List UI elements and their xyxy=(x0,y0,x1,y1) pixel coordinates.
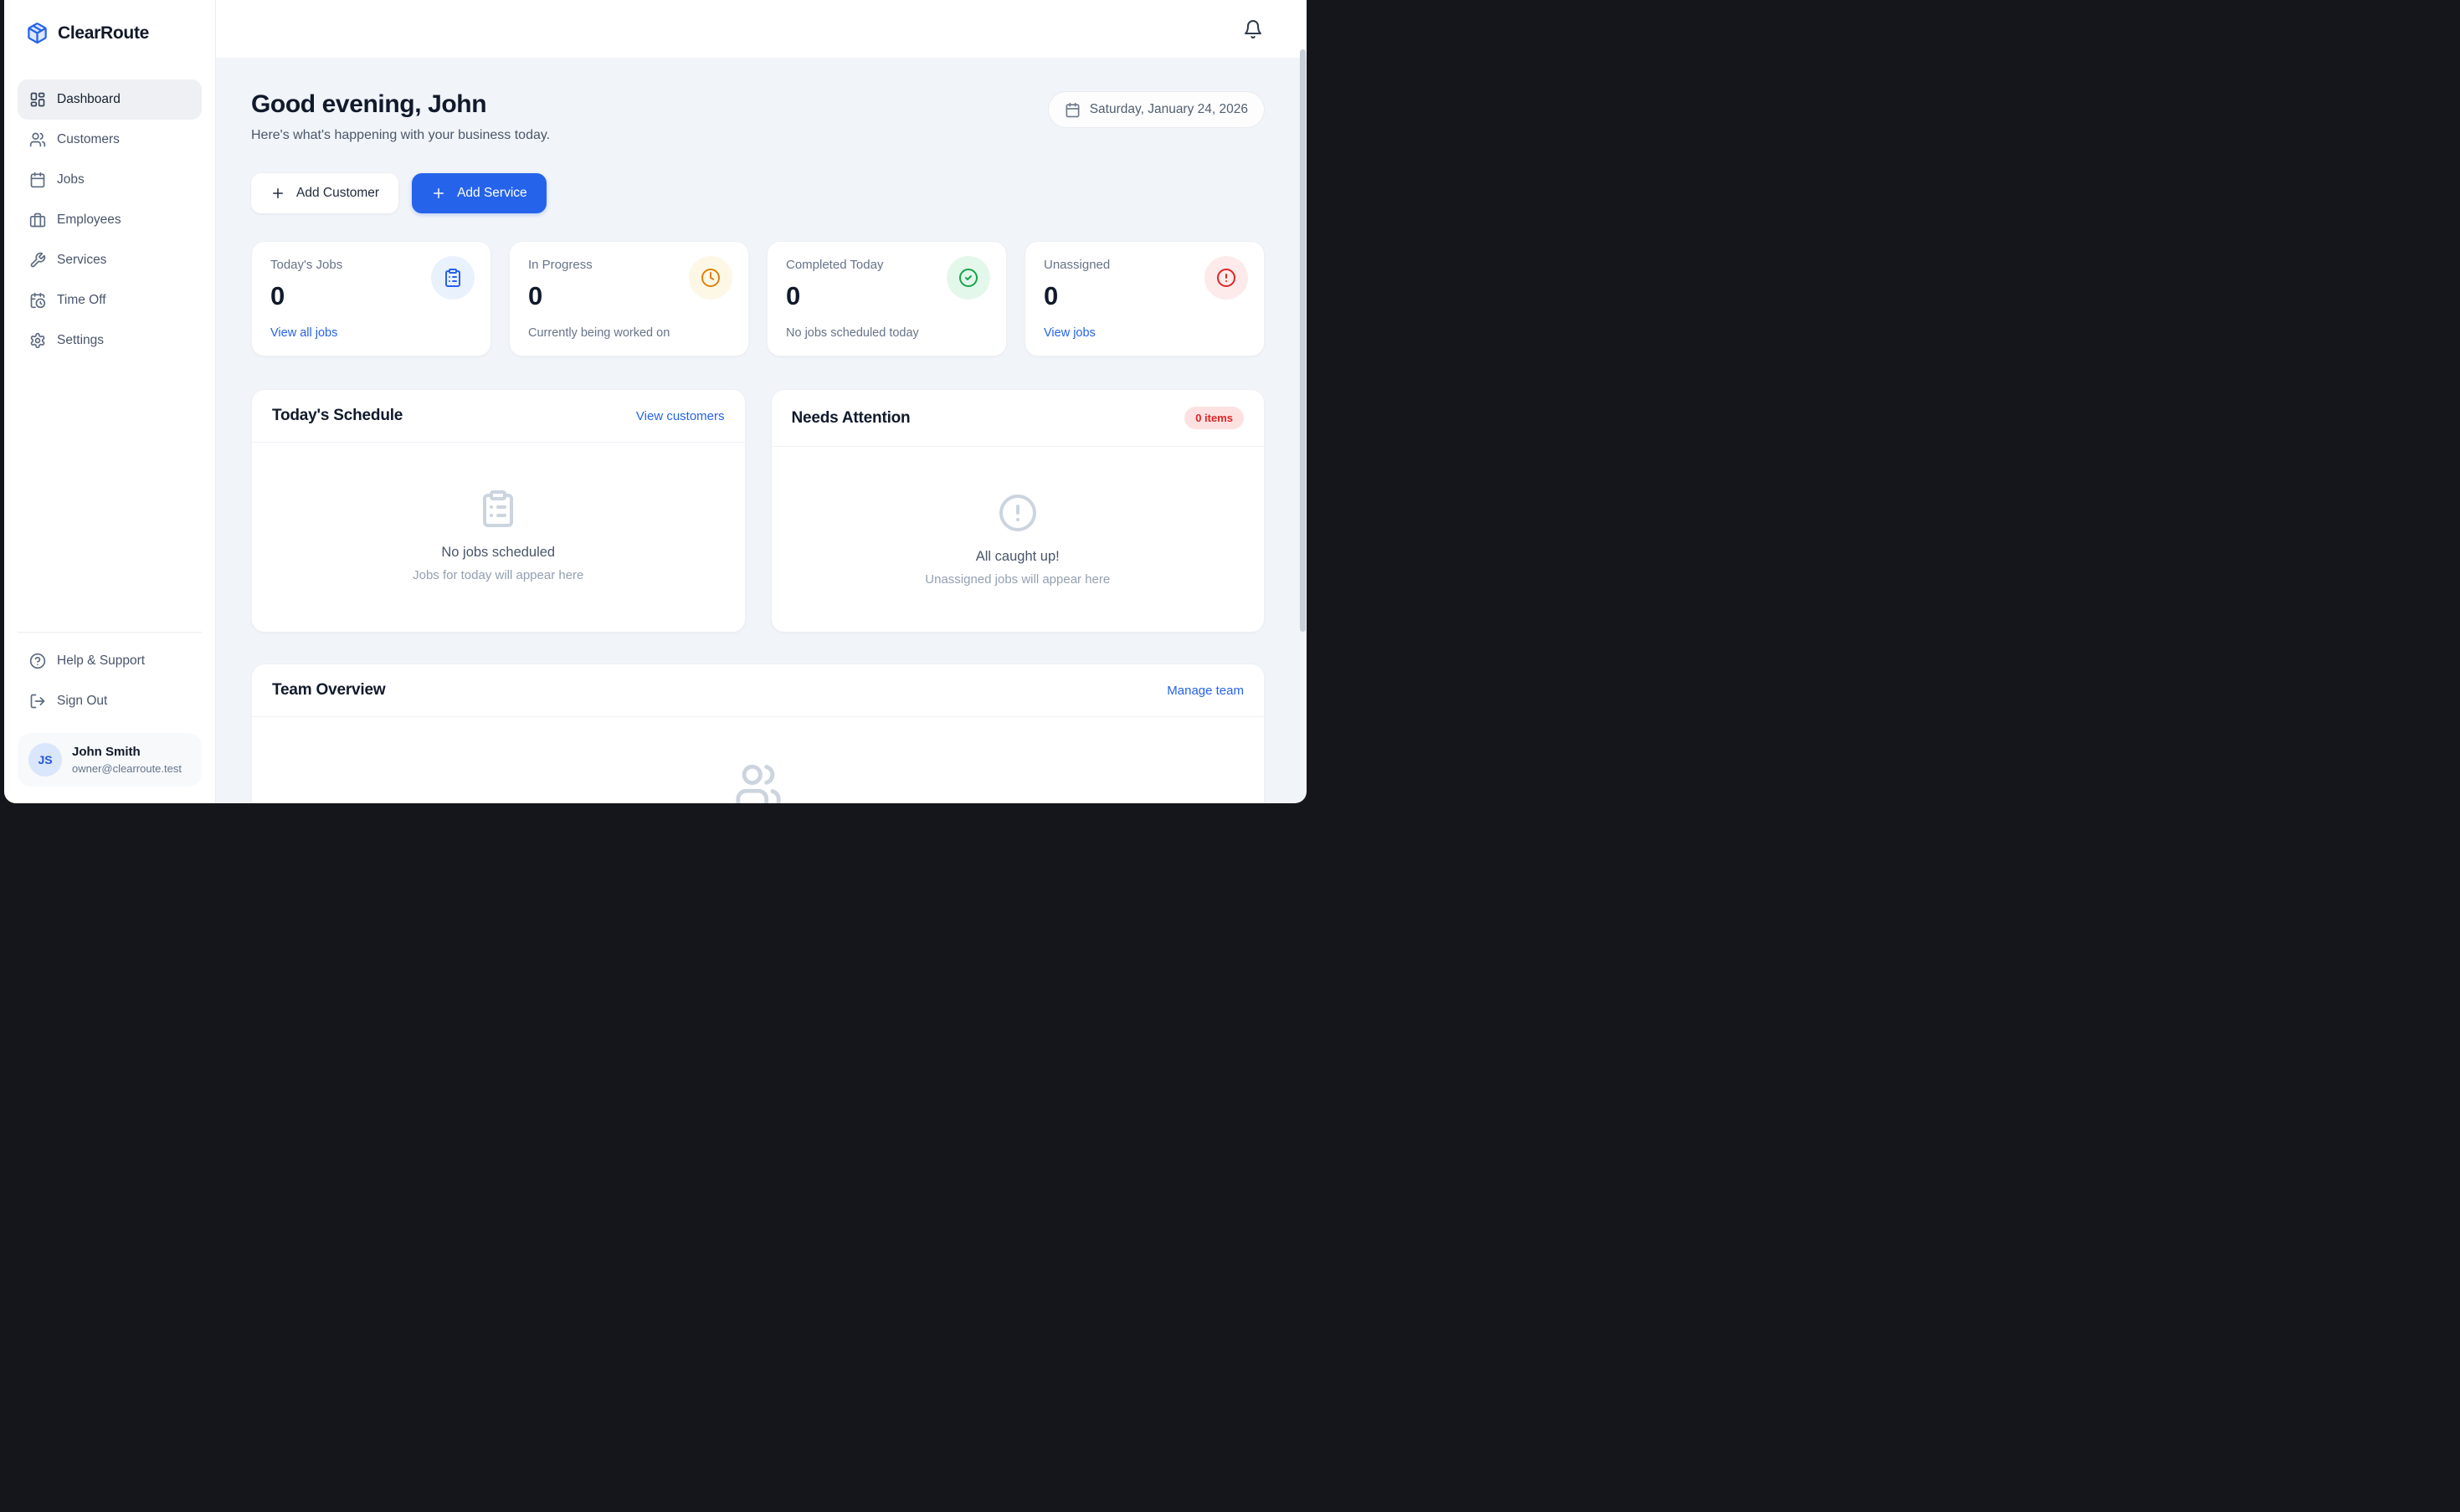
page-subtitle: Here's what's happening with your busine… xyxy=(251,128,550,143)
sidebar-item-label: Employees xyxy=(57,213,121,228)
add-customer-label: Add Customer xyxy=(296,186,379,201)
add-service-button[interactable]: Add Service xyxy=(412,173,547,213)
users-icon xyxy=(29,131,46,148)
sidebar-item-label: Settings xyxy=(57,333,104,348)
sidebar-item-jobs[interactable]: Jobs xyxy=(18,160,202,200)
clock-icon xyxy=(701,268,721,288)
panel-header: Team Overview Manage team xyxy=(252,664,1264,717)
sidebar-item-label: Sign Out xyxy=(57,694,107,709)
sidebar-item-sign-out[interactable]: Sign Out xyxy=(18,681,202,721)
sidebar-nav: Dashboard Customers Jobs Employees Servi… xyxy=(18,79,202,361)
calendar-clock-icon xyxy=(29,292,46,309)
panel-header: Needs Attention 0 items xyxy=(772,390,1265,447)
stat-card-in-progress: In Progress 0 Currently being worked on xyxy=(509,241,749,356)
add-service-label: Add Service xyxy=(457,186,527,201)
view-jobs-link[interactable]: View jobs xyxy=(1044,326,1245,340)
panel-header: Today's Schedule View customers xyxy=(252,390,745,443)
dashboard-icon xyxy=(29,91,46,108)
check-circle-icon xyxy=(958,268,978,288)
sidebar-item-label: Dashboard xyxy=(57,92,121,107)
stat-icon-bubble xyxy=(431,256,475,300)
stat-icon-bubble xyxy=(1204,256,1248,300)
attention-empty-state: All caught up! Unassigned jobs will appe… xyxy=(772,447,1265,632)
add-customer-button[interactable]: Add Customer xyxy=(251,173,398,213)
sidebar-item-label: Jobs xyxy=(57,172,85,187)
wrench-icon xyxy=(29,252,46,269)
sidebar-item-dashboard[interactable]: Dashboard xyxy=(18,79,202,120)
stat-icon-bubble xyxy=(947,256,990,300)
vertical-scrollbar-thumb[interactable] xyxy=(1300,49,1306,632)
empty-state-title: All caught up! xyxy=(976,549,1060,565)
empty-state-subtitle: Unassigned jobs will appear here xyxy=(925,572,1110,587)
alert-circle-icon xyxy=(1216,268,1236,288)
view-customers-link[interactable]: View customers xyxy=(636,409,725,423)
sidebar-item-label: Help & Support xyxy=(57,653,145,669)
schedule-empty-state: No jobs scheduled Jobs for today will ap… xyxy=(252,443,745,628)
date-chip: Saturday, January 24, 2026 xyxy=(1048,91,1265,128)
dashboard-content: Good evening, John Here's what's happeni… xyxy=(216,58,1307,803)
app-logo: ClearRoute xyxy=(18,20,202,44)
items-count-badge: 0 items xyxy=(1184,407,1244,429)
current-date: Saturday, January 24, 2026 xyxy=(1090,102,1248,117)
user-info: John Smith owner@clearroute.test xyxy=(72,745,182,775)
sidebar-footer: Help & Support Sign Out JS John Smith ow… xyxy=(18,632,202,787)
stat-caption: Currently being worked on xyxy=(528,326,730,340)
topbar xyxy=(216,0,1307,58)
app-window: ClearRoute Dashboard Customers Jobs Empl… xyxy=(4,0,1307,803)
notifications-button[interactable] xyxy=(1241,18,1265,41)
sidebar: ClearRoute Dashboard Customers Jobs Empl… xyxy=(4,0,216,803)
team-empty-state xyxy=(252,717,1264,803)
team-overview-panel: Team Overview Manage team xyxy=(251,664,1265,803)
calendar-icon xyxy=(1065,102,1081,118)
sidebar-item-employees[interactable]: Employees xyxy=(18,200,202,240)
stats-grid: Today's Jobs 0 View all jobs In Progress… xyxy=(251,241,1265,356)
sidebar-item-services[interactable]: Services xyxy=(18,240,202,280)
empty-state-title: No jobs scheduled xyxy=(441,545,555,561)
page-title: Good evening, John xyxy=(251,90,550,120)
plus-icon xyxy=(431,186,446,201)
sidebar-item-help-support[interactable]: Help & Support xyxy=(18,641,202,681)
briefcase-icon xyxy=(29,212,46,228)
users-icon xyxy=(734,761,783,803)
sidebar-item-label: Time Off xyxy=(57,293,106,308)
stat-card-unassigned: Unassigned 0 View jobs xyxy=(1025,241,1265,356)
main-area: Good evening, John Here's what's happeni… xyxy=(216,0,1307,803)
stat-icon-bubble xyxy=(689,256,732,300)
panel-title: Team Overview xyxy=(272,681,385,700)
clipboard-list-icon xyxy=(478,489,518,529)
sidebar-item-customers[interactable]: Customers xyxy=(18,120,202,160)
stat-caption: No jobs scheduled today xyxy=(786,326,988,340)
help-circle-icon xyxy=(29,653,46,669)
avatar: JS xyxy=(28,743,62,777)
log-out-icon xyxy=(29,693,46,710)
plus-icon xyxy=(270,186,285,201)
todays-schedule-panel: Today's Schedule View customers No jobs … xyxy=(251,389,746,633)
package-logo-icon xyxy=(26,22,49,44)
user-email: owner@clearroute.test xyxy=(72,762,182,775)
user-card[interactable]: JS John Smith owner@clearroute.test xyxy=(18,733,202,787)
panel-title: Needs Attention xyxy=(792,409,911,428)
greeting-row: Good evening, John Here's what's happeni… xyxy=(251,90,1265,143)
user-name: John Smith xyxy=(72,745,182,759)
manage-team-link[interactable]: Manage team xyxy=(1167,684,1244,698)
alert-circle-icon xyxy=(998,493,1038,533)
sidebar-item-label: Customers xyxy=(57,132,120,147)
view-all-jobs-link[interactable]: View all jobs xyxy=(270,326,472,340)
quick-actions: Add Customer Add Service xyxy=(251,173,1265,213)
panel-title: Today's Schedule xyxy=(272,407,403,425)
greeting-block: Good evening, John Here's what's happeni… xyxy=(251,90,550,143)
sidebar-item-time-off[interactable]: Time Off xyxy=(18,280,202,320)
bell-icon xyxy=(1243,19,1263,39)
sidebar-item-settings[interactable]: Settings xyxy=(18,320,202,361)
app-name: ClearRoute xyxy=(58,23,149,44)
clipboard-list-icon xyxy=(443,268,463,288)
sidebar-item-label: Services xyxy=(57,253,106,268)
calendar-icon xyxy=(29,172,46,188)
empty-state-subtitle: Jobs for today will appear here xyxy=(413,568,583,582)
gear-icon xyxy=(29,332,46,349)
stat-card-todays-jobs: Today's Jobs 0 View all jobs xyxy=(251,241,491,356)
middle-panels: Today's Schedule View customers No jobs … xyxy=(251,389,1265,633)
stat-card-completed-today: Completed Today 0 No jobs scheduled toda… xyxy=(767,241,1007,356)
needs-attention-panel: Needs Attention 0 items All caught up! U… xyxy=(771,389,1266,633)
